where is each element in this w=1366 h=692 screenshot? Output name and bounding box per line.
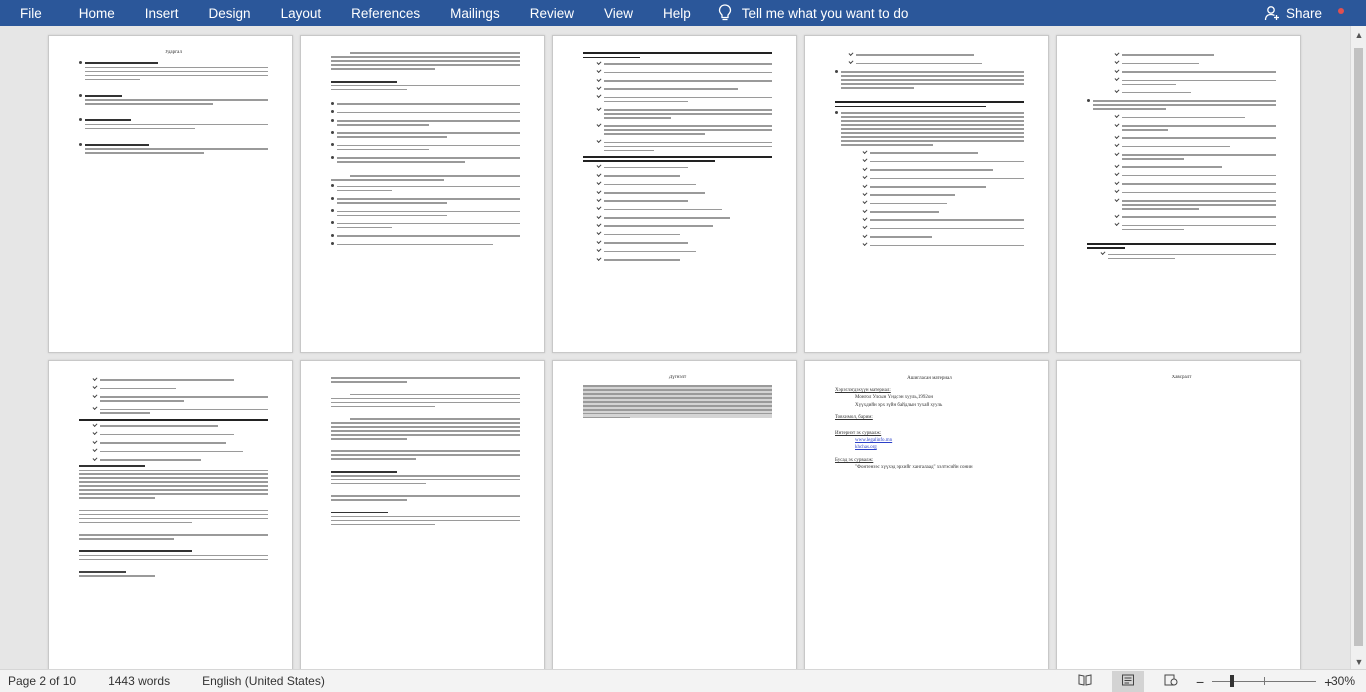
tab-insert[interactable]: Insert — [130, 0, 194, 26]
page-6[interactable] — [48, 360, 293, 669]
language-indicator[interactable]: English (United States) — [202, 674, 325, 688]
print-layout-icon[interactable] — [1112, 670, 1144, 692]
page-8-title: Дүгнэлт — [668, 375, 687, 380]
scroll-up-icon[interactable]: ▲ — [1354, 30, 1364, 40]
refs-heading-materials: Хэрэглэгдэхүүн материал: — [835, 388, 891, 394]
person-icon — [1264, 6, 1279, 21]
page-7[interactable] — [300, 360, 545, 669]
ribbon-tab-bar: File Home Insert Design Layout Reference… — [0, 0, 1366, 26]
page-10-title: Хавсралт — [1171, 375, 1192, 380]
refs-heading-print: Товхимол, барим: — [835, 414, 873, 420]
tab-design[interactable]: Design — [194, 0, 266, 26]
page-4[interactable] — [804, 35, 1049, 353]
zoom-percent[interactable]: 30% — [1331, 670, 1355, 692]
ref-item-1: Монгол Улсын Үндсэн хууль,1992он — [855, 395, 934, 401]
page-2[interactable] — [300, 35, 545, 353]
ref-link-legalinfo[interactable]: www.legalinfo.mn — [835, 437, 1024, 444]
page-5[interactable] — [1056, 35, 1301, 353]
lightbulb-icon — [718, 4, 731, 21]
scroll-down-icon[interactable]: ▼ — [1354, 657, 1364, 667]
tab-file[interactable]: File — [0, 0, 64, 26]
page-8[interactable]: Дүгнэлт — [552, 360, 797, 669]
ref-link-khchas[interactable]: khchas.org — [835, 444, 1024, 451]
tab-references[interactable]: References — [336, 0, 435, 26]
zoom-slider[interactable] — [1212, 675, 1317, 687]
tell-me-search[interactable]: Tell me what you want to do — [718, 4, 909, 22]
tab-home[interactable]: Home — [64, 0, 130, 26]
status-bar: Page 2 of 10 1443 words English (United … — [0, 669, 1366, 692]
page-3[interactable] — [552, 35, 797, 353]
zoom-out-icon[interactable]: − — [1196, 674, 1204, 690]
tab-review[interactable]: Review — [515, 0, 589, 26]
document-canvas[interactable]: Ударгал Дүгнэлт Ашигласан материал Хэрэг… — [0, 26, 1350, 669]
ref-item-3: "Фонтенээс хүүхэд эрхийг хангалаад" хэлт… — [855, 464, 973, 470]
word-count[interactable]: 1443 words — [108, 674, 170, 688]
selected-text-block[interactable] — [583, 385, 772, 419]
tab-help[interactable]: Help — [648, 0, 706, 26]
refs-heading-web: Интернэт эх сурвалж: — [835, 431, 882, 437]
page-1[interactable]: Ударгал — [48, 35, 293, 353]
scroll-thumb[interactable] — [1354, 48, 1363, 646]
tab-layout[interactable]: Layout — [266, 0, 337, 26]
zoom-control: − + — [1196, 670, 1332, 692]
share-button[interactable]: Share — [1264, 0, 1322, 26]
vertical-scrollbar[interactable]: ▲ ▼ — [1350, 26, 1366, 669]
page-1-title: Ударгал — [165, 50, 182, 55]
tab-view[interactable]: View — [589, 0, 648, 26]
zoom-slider-knob[interactable] — [1230, 675, 1235, 687]
notification-dot — [1338, 8, 1344, 14]
page-9[interactable]: Ашигласан материал Хэрэглэгдэхүүн матери… — [804, 360, 1049, 669]
page-9-title: Ашигласан материал — [907, 376, 952, 381]
read-mode-icon[interactable] — [1076, 674, 1094, 689]
view-buttons — [1076, 670, 1180, 692]
tell-me-label: Tell me what you want to do — [741, 5, 909, 21]
web-layout-icon[interactable] — [1162, 674, 1180, 689]
refs-heading-other: Бусад эх сурвалж: — [835, 457, 874, 463]
page-indicator[interactable]: Page 2 of 10 — [8, 674, 76, 688]
tab-mailings[interactable]: Mailings — [435, 0, 515, 26]
ref-item-2: Хүүхдийн эрх зүйн байдлын тухай хууль — [855, 402, 943, 408]
share-label: Share — [1285, 5, 1322, 21]
page-10[interactable]: Хавсралт — [1056, 360, 1301, 669]
